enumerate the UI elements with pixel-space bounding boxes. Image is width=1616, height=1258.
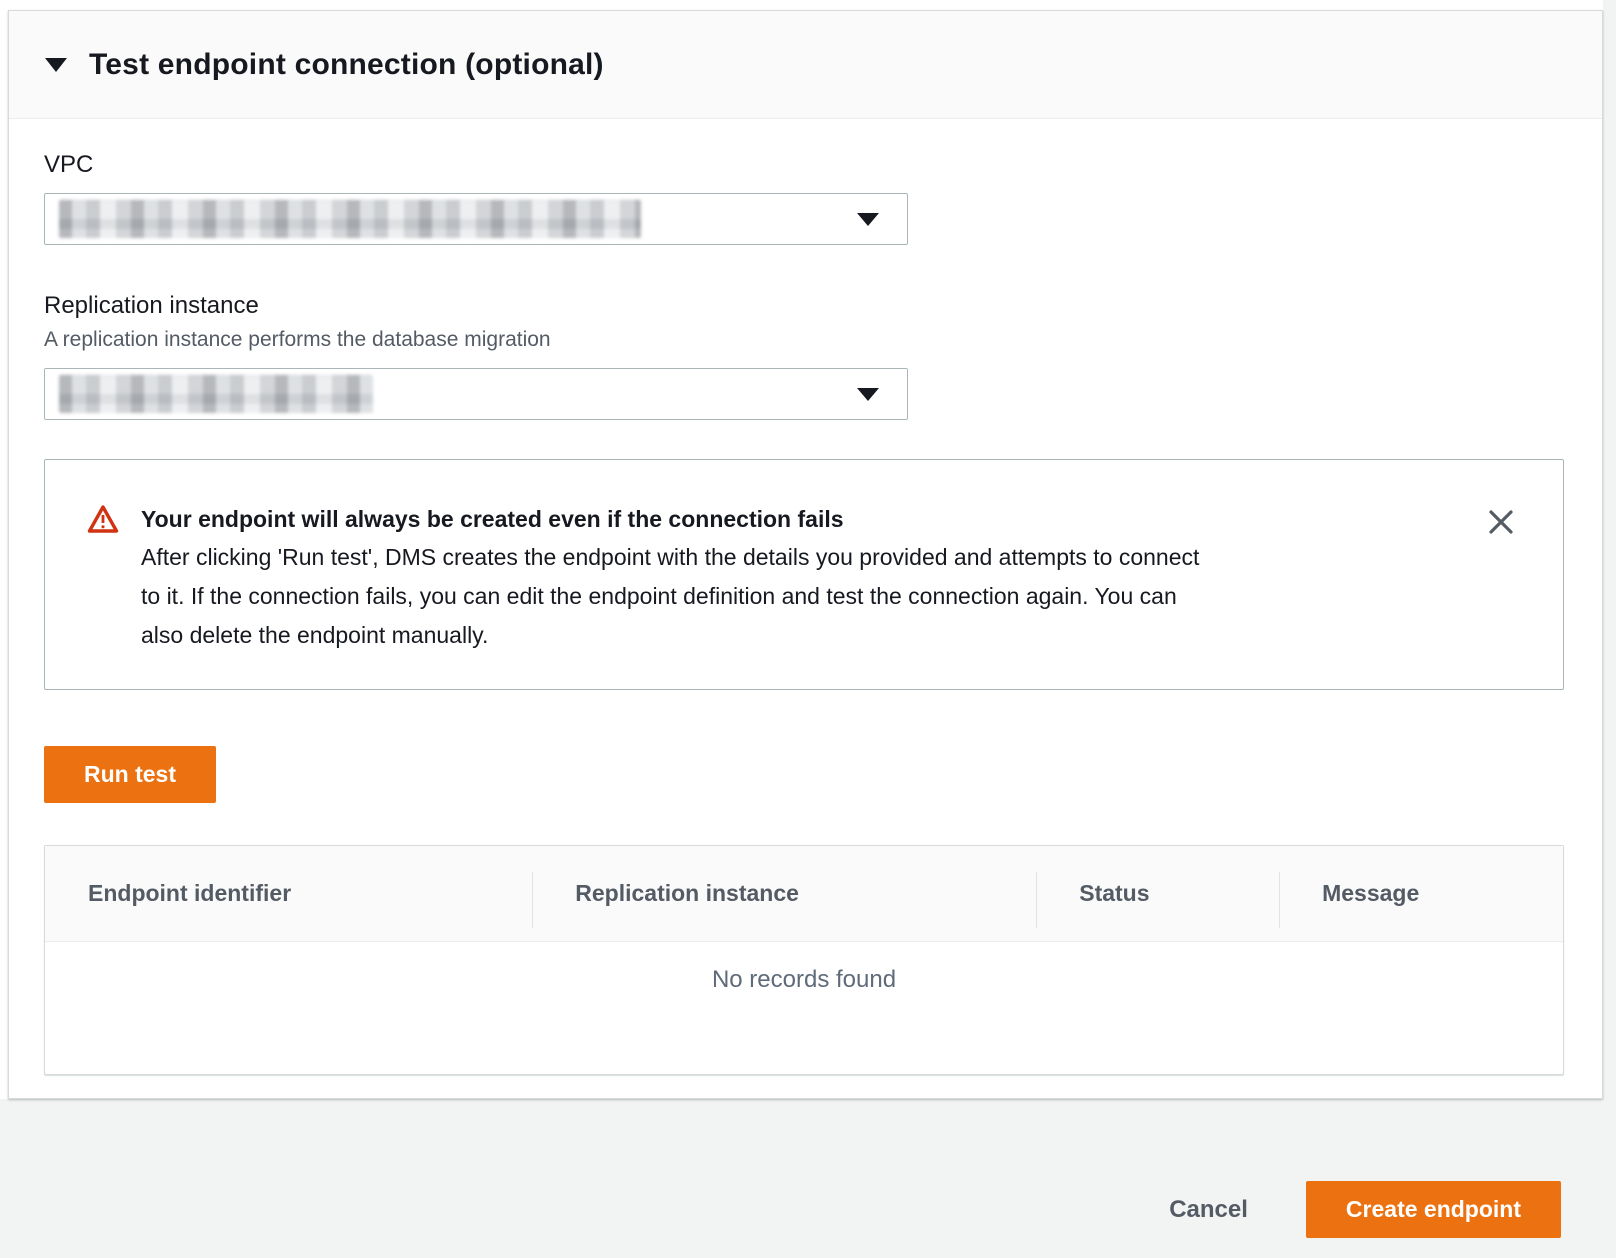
column-header-message: Message xyxy=(1279,880,1563,907)
replication-instance-selected-value-redacted xyxy=(59,375,373,413)
section-body: VPC Replication instance A replication i… xyxy=(9,119,1602,1075)
warning-body-line: also delete the endpoint manually. xyxy=(141,616,1199,655)
warning-title: Your endpoint will always be created eve… xyxy=(141,500,1199,538)
vpc-selected-value-redacted xyxy=(59,200,641,238)
close-icon[interactable] xyxy=(1485,506,1517,538)
vpc-label: VPC xyxy=(44,151,1564,179)
footer-actions: Cancel Create endpoint xyxy=(1169,1181,1561,1238)
warning-text-block: Your endpoint will always be created eve… xyxy=(141,500,1199,655)
replication-instance-description: A replication instance performs the data… xyxy=(44,328,1564,352)
section-header-test-endpoint-connection[interactable]: Test endpoint connection (optional) xyxy=(9,11,1602,119)
spacer xyxy=(44,245,1564,292)
create-endpoint-button[interactable]: Create endpoint xyxy=(1306,1181,1561,1238)
warning-body-line: After clicking 'Run test', DMS creates t… xyxy=(141,538,1199,577)
endpoint-warning-alert: Your endpoint will always be created eve… xyxy=(44,459,1564,690)
dropdown-caret-icon xyxy=(857,213,879,226)
section-title: Test endpoint connection (optional) xyxy=(89,48,604,82)
cancel-button[interactable]: Cancel xyxy=(1169,1196,1248,1224)
table-empty-message: No records found xyxy=(45,942,1563,1074)
triangle-down-icon xyxy=(45,58,67,72)
warning-triangle-icon xyxy=(87,504,119,655)
column-header-endpoint-identifier: Endpoint identifier xyxy=(45,880,532,907)
run-test-button[interactable]: Run test xyxy=(44,746,216,803)
dropdown-caret-icon xyxy=(857,388,879,401)
vpc-select[interactable] xyxy=(44,193,908,245)
column-header-status: Status xyxy=(1036,880,1279,907)
test-results-table: Endpoint identifier Replication instance… xyxy=(44,845,1564,1075)
warning-body-line: to it. If the connection fails, you can … xyxy=(141,577,1199,616)
replication-instance-label: Replication instance xyxy=(44,292,1564,320)
column-header-replication-instance: Replication instance xyxy=(532,880,1036,907)
test-endpoint-connection-panel: Test endpoint connection (optional) VPC … xyxy=(8,10,1603,1099)
replication-instance-select[interactable] xyxy=(44,368,908,420)
table-header-row: Endpoint identifier Replication instance… xyxy=(45,846,1563,942)
